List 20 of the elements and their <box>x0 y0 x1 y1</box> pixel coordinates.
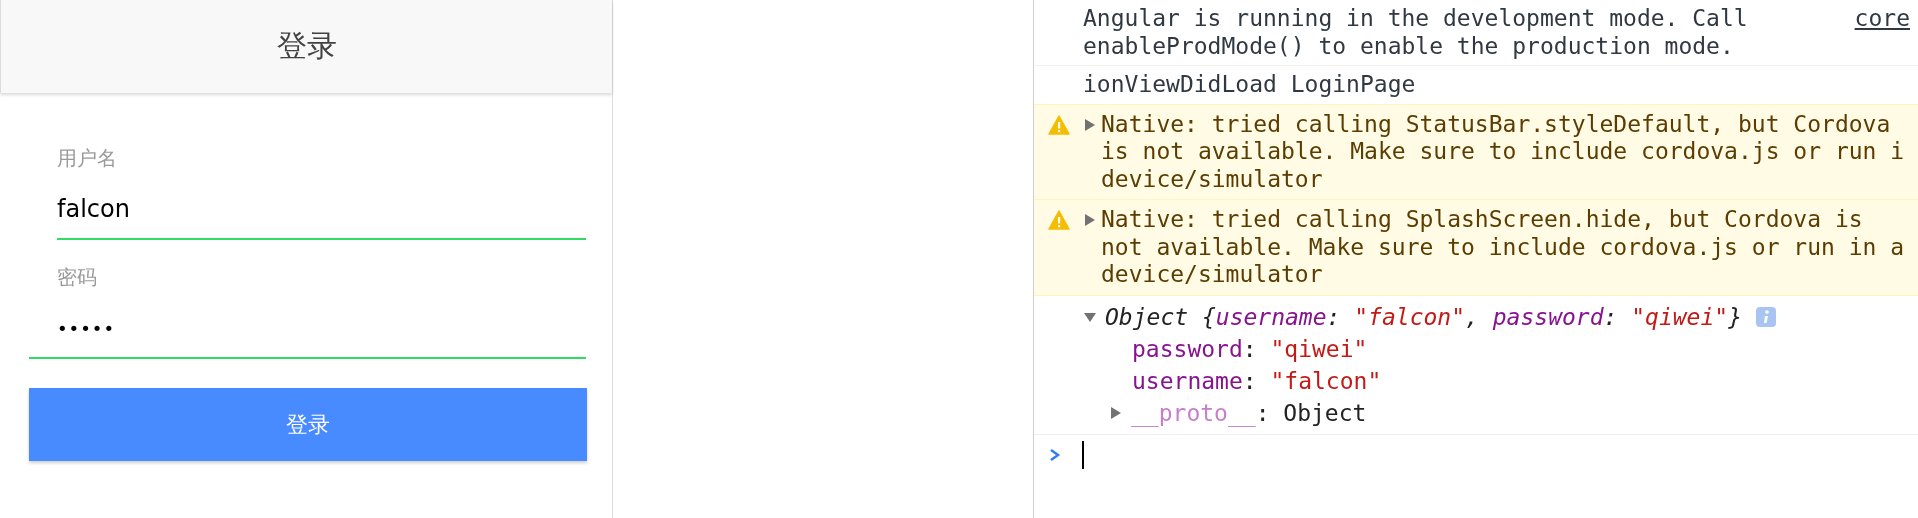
object-property[interactable]: __proto__: Object <box>1131 396 1367 429</box>
text-field[interactable]: falcon <box>57 187 586 231</box>
prompt-chevron-icon <box>1048 446 1062 463</box>
password-field[interactable]: ••••• <box>57 306 586 350</box>
field-label: 用户名 <box>57 147 117 169</box>
warning-text: Native: tried calling SplashScreen.hide, but Cordova is not available. Make sure to include cordova.js or run in a device/simulator <box>1101 206 1905 289</box>
object-property: password: "qiwei" <box>1132 334 1368 364</box>
disclosure-triangle-icon[interactable] <box>1109 405 1123 420</box>
warning-icon <box>1048 114 1070 135</box>
log-message: ionViewDidLoad LoginPage <box>1083 71 1416 99</box>
object-preview[interactable]: Object {username: "falcon", password: "qiwei"} <box>1105 300 1743 333</box>
object-property: username: "falcon" <box>1132 366 1382 396</box>
disclosure-triangle-icon[interactable] <box>1083 117 1097 132</box>
page-title: 登录 <box>276 27 337 65</box>
log-message: Angular is running in the development mode. Call enableProdMode() to enable the production mode. <box>1083 5 1748 60</box>
disclosure-triangle-icon[interactable] <box>1083 213 1097 227</box>
source-link[interactable]: core <box>1854 5 1918 33</box>
field-label: 密码 <box>57 266 97 288</box>
warning-icon <box>1048 210 1070 230</box>
warning-text: Native: tried calling StatusBar.styleDefault, but Cordova is not available. Make sure to include cordova.js or run i device/simulator <box>1101 110 1905 193</box>
